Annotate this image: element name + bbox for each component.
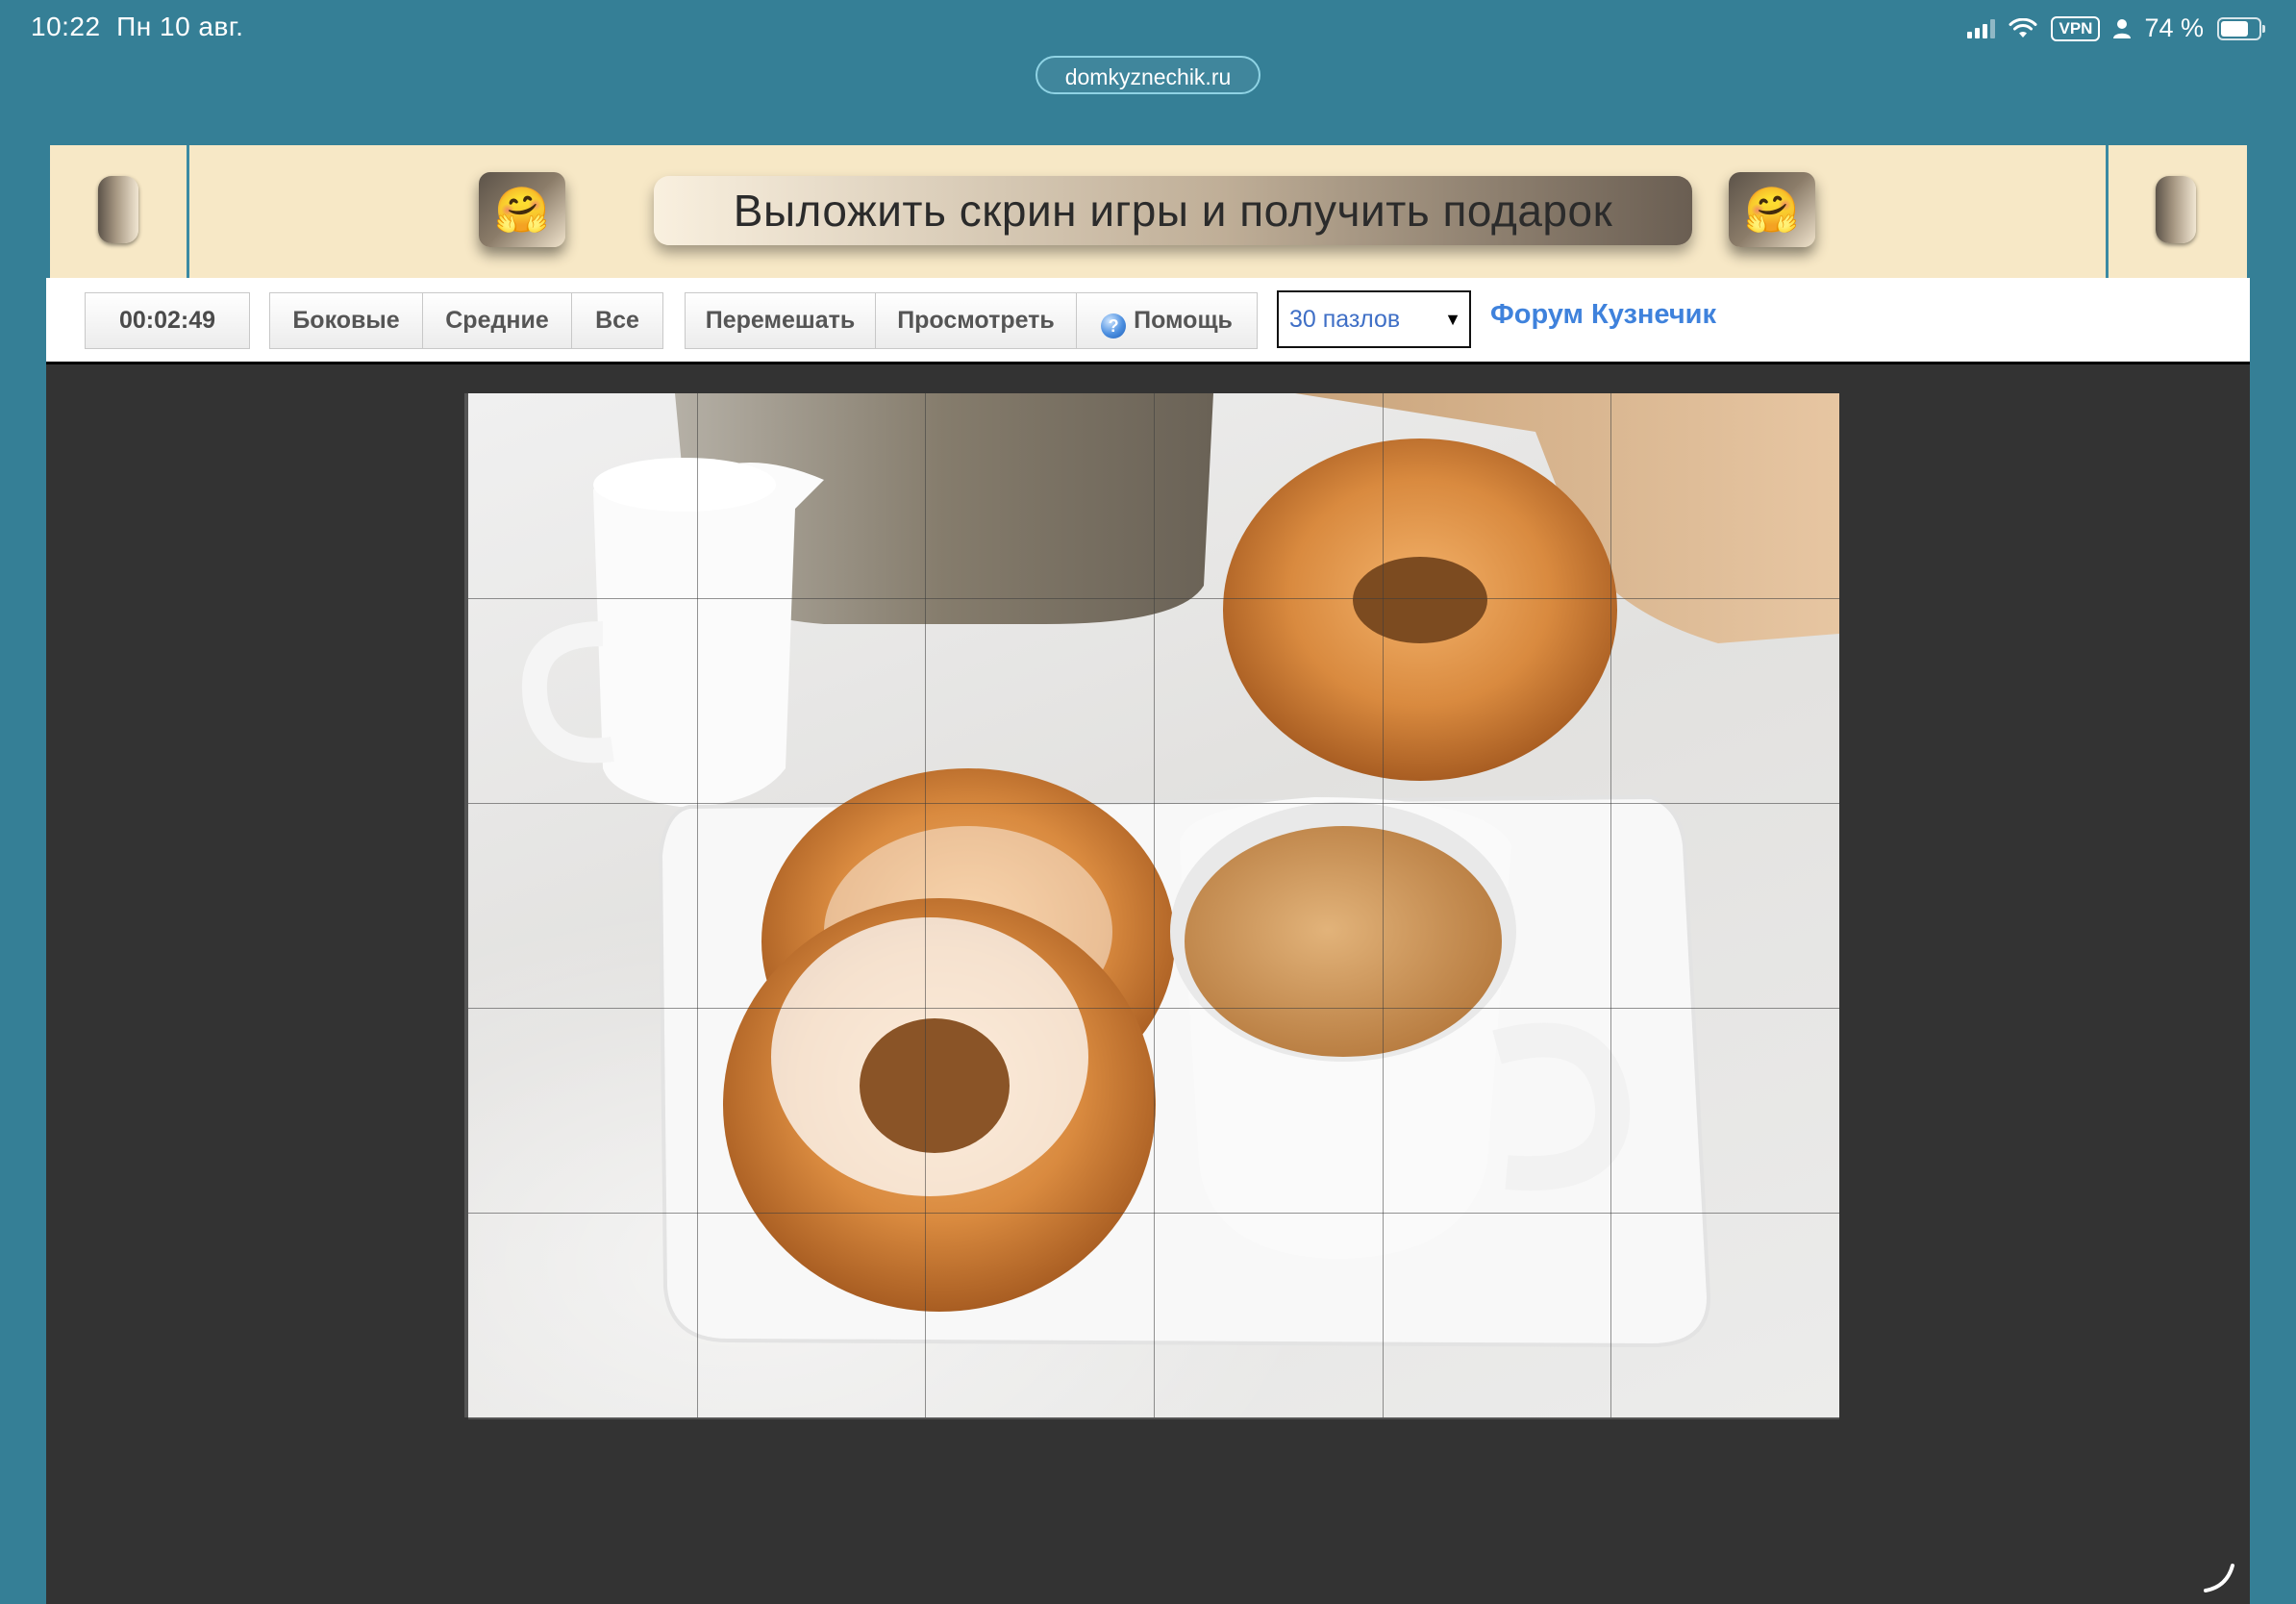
vpn-badge: VPN <box>2051 15 2101 41</box>
help-button[interactable]: ? Помощь <box>1076 292 1258 349</box>
status-time-date: 10:22 Пн 10 авг. <box>31 12 243 42</box>
puzzle-count-selected: 30 пазлов <box>1289 306 1401 333</box>
battery-level <box>2221 20 2249 37</box>
resize-curve-icon <box>2204 1564 2234 1592</box>
puzzle-grid-row-line <box>468 1213 1839 1214</box>
game-area <box>46 364 2250 1604</box>
puzzle-count-select[interactable]: 30 пазлов ▼ <box>1277 290 1471 348</box>
banner-divider-right <box>2106 145 2109 278</box>
puzzle-grid-column-line <box>1383 393 1384 1417</box>
status-indicators: VPN 74 % <box>1967 13 2265 43</box>
promo-banner: 🤗 Выложить скрин игры и получить подарок… <box>50 145 2247 278</box>
puzzle-grid-row-line <box>468 803 1839 804</box>
puzzle-grid-row-line <box>468 1008 1839 1009</box>
puzzle-grid-column-line <box>1154 393 1155 1417</box>
wifi-icon <box>2009 17 2037 39</box>
status-bar: 10:22 Пн 10 авг. VPN 74 % <box>0 0 2296 62</box>
forum-link[interactable]: Форум Кузнечик <box>1490 299 1716 331</box>
game-toolbar: 00:02:49 Боковые Средние Все Перемешать … <box>46 278 2250 364</box>
shuffle-button[interactable]: Перемешать <box>685 292 876 349</box>
game-timer: 00:02:49 <box>85 292 250 349</box>
puzzle-grid-column-line <box>697 393 698 1417</box>
puzzle-grid-column-line <box>1610 393 1611 1417</box>
hugging-face-emoji-icon-left[interactable]: 🤗 <box>479 172 565 247</box>
preview-button[interactable]: Просмотреть <box>875 292 1077 349</box>
battery-icon <box>2217 16 2265 40</box>
person-icon <box>2113 18 2132 39</box>
puzzle-board[interactable] <box>468 393 1839 1417</box>
help-button-label: Помощь <box>1134 307 1233 334</box>
status-time: 10:22 <box>31 12 101 41</box>
dropdown-arrow-icon: ▼ <box>1444 310 1461 329</box>
all-pieces-button[interactable]: Все <box>571 292 663 349</box>
banner-divider-left <box>187 145 189 278</box>
url-address-pill[interactable]: domkyznechik.ru <box>1036 56 1260 94</box>
battery-percent: 74 % <box>2144 13 2204 42</box>
left-panel-handle[interactable] <box>98 176 138 243</box>
hugging-face-emoji-icon-right[interactable]: 🤗 <box>1729 172 1815 247</box>
cellular-signal-icon <box>1967 18 1996 38</box>
promo-screenshot-gift-button[interactable]: Выложить скрин игры и получить подарок <box>654 176 1692 245</box>
puzzle-grid-row-line <box>468 598 1839 599</box>
middle-pieces-button[interactable]: Средние <box>422 292 572 349</box>
right-panel-handle[interactable] <box>2156 176 2196 243</box>
puzzle-grid-column-line <box>925 393 926 1417</box>
side-pieces-button[interactable]: Боковые <box>269 292 423 349</box>
help-question-icon: ? <box>1101 313 1127 338</box>
status-date: Пн 10 авг. <box>116 12 244 41</box>
